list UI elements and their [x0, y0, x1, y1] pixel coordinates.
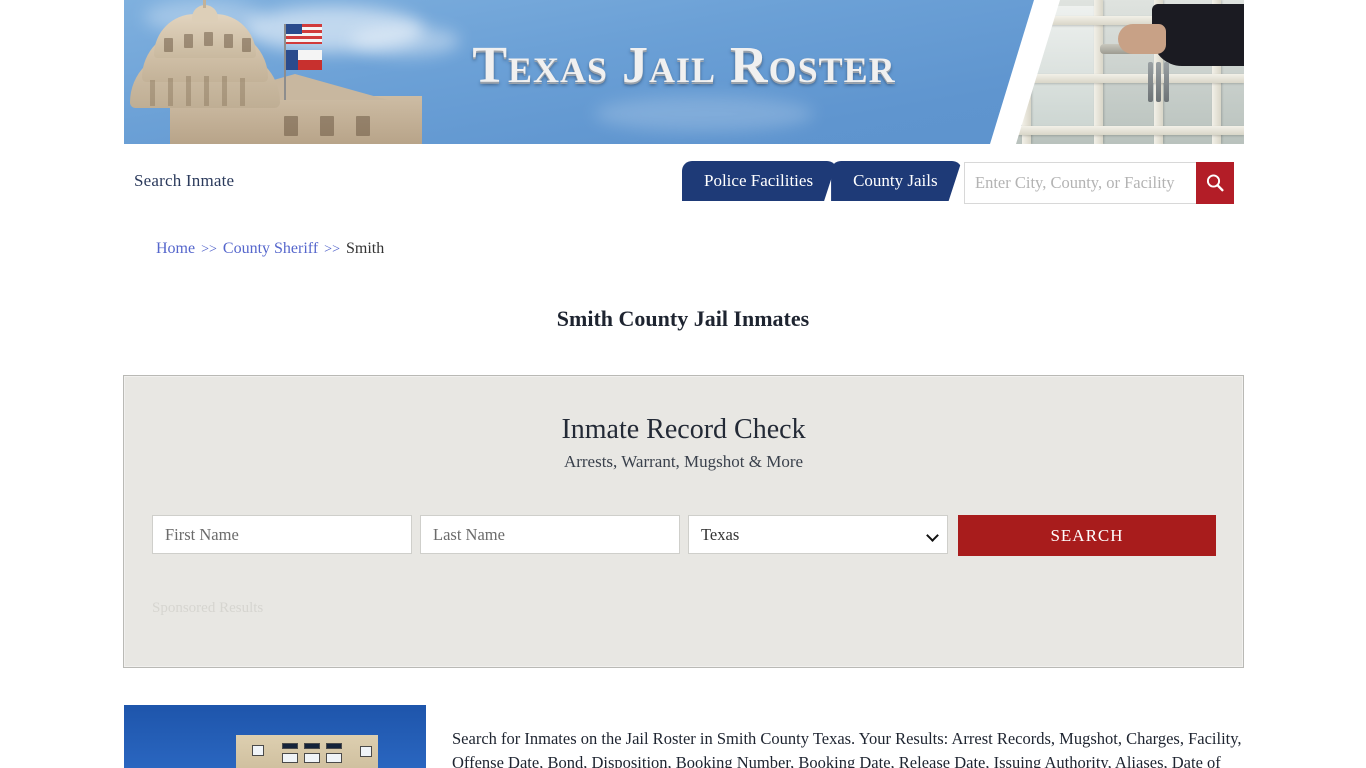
- texas-capitol-image: [124, 0, 424, 144]
- breadcrumb-current: Smith: [345, 240, 385, 257]
- page-root: Texas Jail Roster Search Inmate Police F…: [0, 0, 1366, 768]
- jail-building-thumbnail: [124, 705, 426, 768]
- search-icon: [1206, 174, 1224, 192]
- cloud-shape: [594, 96, 814, 132]
- cell-bar-horizontal: [1004, 74, 1244, 83]
- capitol-window: [204, 32, 213, 46]
- thumbnail-window: [304, 743, 320, 749]
- breadcrumb-separator: >>: [324, 242, 340, 257]
- capitol-window: [284, 116, 298, 136]
- sponsored-results-label: Sponsored Results: [152, 600, 264, 616]
- header-search: [964, 162, 1234, 204]
- breadcrumb-home-link[interactable]: Home: [156, 240, 195, 257]
- tab-police-facilities[interactable]: Police Facilities: [682, 161, 837, 201]
- capitol-column: [186, 76, 191, 106]
- page-title: Smith County Jail Inmates: [556, 305, 810, 331]
- header-nav: Search Inmate Police Facilities County J…: [124, 144, 1244, 224]
- site-banner: Texas Jail Roster: [124, 0, 1244, 144]
- capitol-column: [222, 76, 227, 106]
- thumbnail-window: [326, 753, 342, 763]
- capitol-window: [224, 34, 233, 48]
- keys-icon: [1148, 62, 1174, 104]
- texas-flag-icon: [286, 50, 322, 70]
- thumbnail-window: [252, 745, 264, 756]
- facility-search-input[interactable]: [964, 162, 1196, 204]
- breadcrumb: Home >> County Sheriff >> Smith: [156, 240, 384, 258]
- thumbnail-window: [282, 743, 298, 749]
- state-select-wrapper: Texas: [688, 515, 948, 554]
- state-select[interactable]: Texas: [688, 515, 948, 554]
- capitol-spire: [203, 0, 206, 8]
- us-flag-icon: [286, 24, 322, 44]
- capitol-column: [240, 78, 245, 106]
- capitol-window: [320, 116, 334, 136]
- card-subtitle: Arrests, Warrant, Mugshot & More: [563, 452, 804, 471]
- hand-with-sleeve: [1118, 4, 1244, 66]
- capitol-column: [168, 78, 173, 106]
- nav-search-inmate-link[interactable]: Search Inmate: [134, 171, 234, 191]
- thumbnail-window: [282, 753, 298, 763]
- breadcrumb-county-sheriff-link[interactable]: County Sheriff: [223, 240, 318, 257]
- thumbnail-window: [360, 746, 372, 757]
- breadcrumb-separator: >>: [201, 242, 217, 257]
- facility-search-button[interactable]: [1196, 162, 1234, 204]
- thumbnail-window: [304, 753, 320, 763]
- card-title: Inmate Record Check: [561, 414, 806, 445]
- inmate-record-check-card: Inmate Record Check Arrests, Warrant, Mu…: [123, 375, 1244, 668]
- capitol-window: [242, 38, 251, 52]
- capitol-window: [184, 34, 193, 48]
- page-description: Search for Inmates on the Jail Roster in…: [452, 728, 1242, 768]
- inmate-search-button[interactable]: SEARCH: [958, 515, 1216, 556]
- inmate-search-form: Texas SEARCH: [152, 515, 1216, 556]
- cell-bar-horizontal: [1004, 126, 1244, 135]
- capitol-column: [150, 80, 155, 106]
- nav-tabs: Police Facilities County Jails: [682, 161, 962, 201]
- capitol-column: [204, 76, 209, 106]
- tab-county-jails[interactable]: County Jails: [831, 161, 962, 201]
- capitol-window: [356, 116, 370, 136]
- first-name-input[interactable]: [152, 515, 412, 554]
- last-name-input[interactable]: [420, 515, 680, 554]
- capitol-window: [164, 38, 173, 52]
- thumbnail-window: [326, 743, 342, 749]
